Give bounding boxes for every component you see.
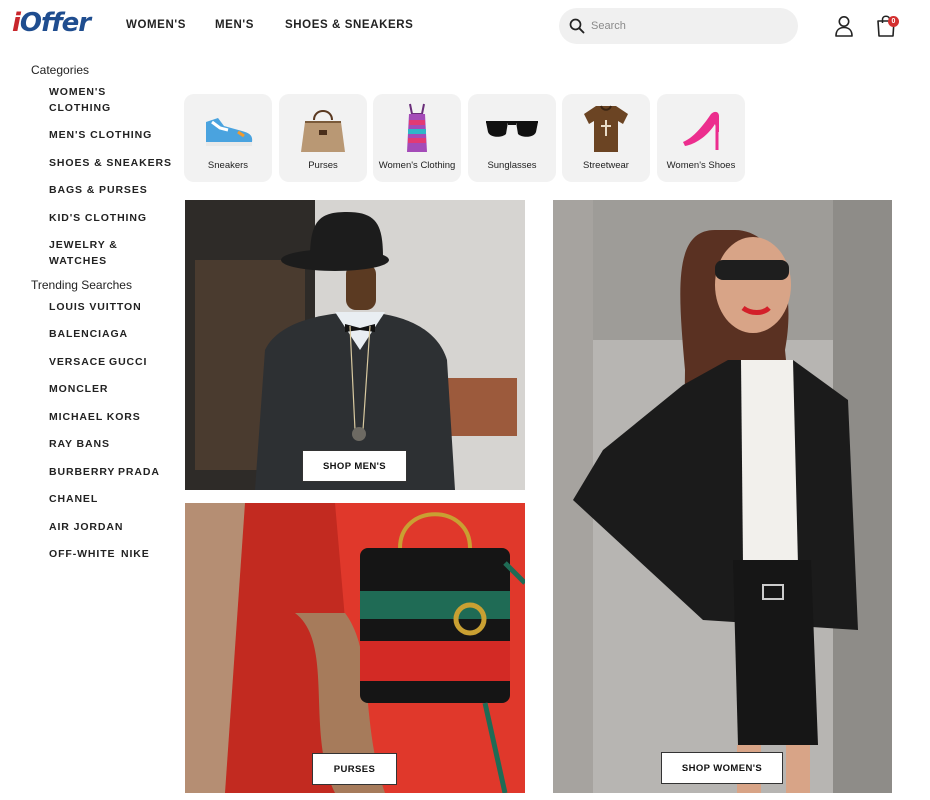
tile-purses[interactable]: Purses (279, 94, 367, 182)
promo-womens[interactable]: SHOP WOMEN'S (553, 200, 892, 793)
shop-purses-button[interactable]: PURSES (312, 753, 397, 785)
shop-mens-button[interactable]: SHOP MEN'S (302, 450, 407, 482)
sneaker-icon (206, 118, 253, 146)
tile-label: Sunglasses (487, 160, 537, 171)
trending-louis-vuitton[interactable]: LOUIS VUITTON (49, 299, 142, 315)
sidebar-item-mens-clothing[interactable]: MEN'S CLOTHING (49, 127, 152, 143)
tile-sneakers[interactable]: Sneakers (184, 94, 272, 182)
search-bar[interactable] (559, 8, 798, 44)
purses-photo (185, 503, 525, 793)
tile-label: Women's Clothing (378, 160, 456, 171)
tile-label: Women's Shoes (666, 160, 736, 171)
trending-prada[interactable]: PRADA (118, 464, 160, 480)
nav-shoes-sneakers[interactable]: SHOES & SNEAKERS (285, 19, 413, 31)
high-heel-icon (683, 111, 719, 150)
promo-mens[interactable]: SHOP MEN'S (185, 200, 525, 490)
categories-heading: Categories (31, 63, 90, 77)
trending-versace[interactable]: VERSACE (49, 354, 106, 370)
site-header: iOffer WOMEN'S MEN'S SHOES & SNEAKERS 0 (0, 0, 930, 52)
user-icon[interactable] (834, 15, 854, 37)
cart-count-badge: 0 (888, 16, 899, 27)
trending-burberry[interactable]: BURBERRY (49, 464, 115, 480)
trending-chanel[interactable]: CHANEL (49, 491, 98, 507)
sidebar-item-kids-clothing[interactable]: KID'S CLOTHING (49, 210, 147, 226)
trending-nike[interactable]: NIKE (121, 546, 150, 562)
tile-womens-clothing[interactable]: Women's Clothing (373, 94, 461, 182)
dress-icon (407, 103, 427, 152)
tote-bag-icon (301, 110, 345, 152)
tile-label: Purses (308, 160, 338, 171)
nav-womens[interactable]: WOMEN'S (126, 19, 186, 31)
trending-ray-bans[interactable]: RAY BANS (49, 436, 110, 452)
promo-purses[interactable]: PURSES (185, 503, 525, 793)
sidebar-item-shoes-sneakers[interactable]: SHOES & SNEAKERS (49, 155, 172, 171)
tshirt-icon (584, 105, 628, 152)
sidebar-item-jewelry-watches[interactable]: JEWELRY & WATCHES (49, 237, 119, 269)
trending-michael-kors[interactable]: MICHAEL KORS (49, 409, 141, 425)
sunglasses-icon (486, 121, 538, 137)
nav-mens[interactable]: MEN'S (215, 19, 254, 31)
trending-gucci[interactable]: GUCCI (109, 354, 147, 370)
sidebar-item-womens-clothing[interactable]: WOMEN'S CLOTHING (49, 84, 119, 116)
mens-fashion-photo (185, 200, 525, 490)
trending-air-jordan[interactable]: AIR JORDAN (49, 519, 123, 535)
tile-label: Sneakers (207, 160, 249, 171)
shop-womens-button[interactable]: SHOP WOMEN'S (661, 752, 783, 784)
search-icon[interactable] (569, 18, 585, 34)
tile-womens-shoes[interactable]: Women's Shoes (657, 94, 745, 182)
ioffer-logo[interactable]: iOffer (12, 8, 91, 38)
tile-label: Streetwear (583, 160, 629, 171)
tile-streetwear[interactable]: Streetwear (562, 94, 650, 182)
womens-fashion-photo (553, 200, 892, 793)
tile-sunglasses[interactable]: Sunglasses (468, 94, 556, 182)
trending-heading: Trending Searches (31, 278, 132, 292)
sidebar-item-bags-purses[interactable]: BAGS & PURSES (49, 182, 148, 198)
trending-moncler[interactable]: MONCLER (49, 381, 108, 397)
search-input[interactable] (591, 16, 786, 36)
trending-off-white[interactable]: OFF-WHITE (49, 546, 115, 562)
trending-balenciaga[interactable]: BALENCIAGA (49, 326, 128, 342)
